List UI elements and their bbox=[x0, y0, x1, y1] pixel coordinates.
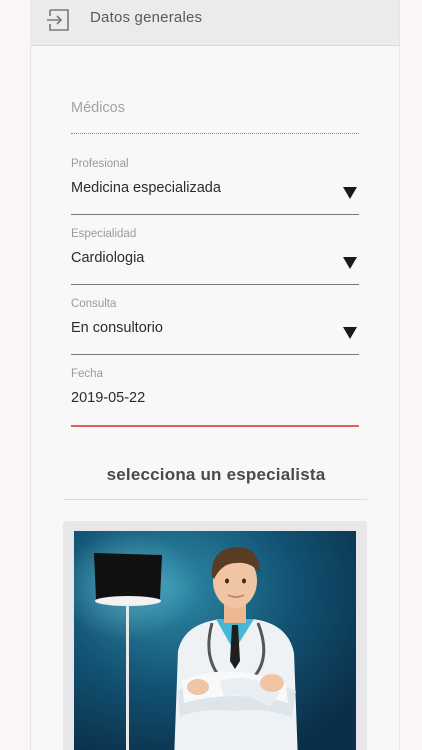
especialidad-underline bbox=[71, 284, 359, 285]
specialist-card[interactable] bbox=[63, 521, 367, 750]
consulta-select[interactable]: Consulta En consultorio bbox=[71, 298, 359, 356]
exit-to-app-icon bbox=[47, 9, 69, 31]
fecha-value: 2019-05-22 bbox=[71, 390, 146, 406]
medicos-placeholder: Médicos bbox=[71, 100, 125, 116]
fecha-input[interactable]: Fecha 2019-05-22 bbox=[71, 368, 359, 428]
medicos-input[interactable]: Médicos bbox=[71, 100, 359, 136]
section-header[interactable]: Datos generales bbox=[31, 0, 399, 46]
header-title: Datos generales bbox=[90, 9, 203, 26]
dropdown-arrow-icon bbox=[343, 257, 357, 269]
consulta-value: En consultorio bbox=[71, 320, 163, 336]
consulta-underline bbox=[71, 354, 359, 355]
especialidad-label: Especialidad bbox=[71, 228, 137, 240]
profesional-label: Profesional bbox=[71, 158, 129, 170]
specialists-heading: selecciona un especialista bbox=[106, 465, 326, 484]
medicos-underline bbox=[71, 133, 359, 134]
general-data-card: Datos generales Médicos Profesional Medi… bbox=[30, 0, 400, 750]
dropdown-arrow-icon bbox=[343, 187, 357, 199]
profesional-value: Medicina especializada bbox=[71, 180, 221, 196]
fecha-underline-active bbox=[71, 425, 359, 427]
especialidad-select[interactable]: Especialidad Cardiologia bbox=[71, 228, 359, 286]
profesional-select[interactable]: Profesional Medicina especializada bbox=[71, 158, 359, 216]
dropdown-arrow-icon bbox=[343, 327, 357, 339]
doctor-illustration bbox=[74, 531, 356, 750]
especialidad-value: Cardiologia bbox=[71, 250, 145, 266]
consulta-label: Consulta bbox=[71, 298, 117, 310]
section-divider bbox=[63, 499, 367, 500]
profesional-underline bbox=[71, 214, 359, 215]
fecha-label: Fecha bbox=[71, 368, 103, 380]
